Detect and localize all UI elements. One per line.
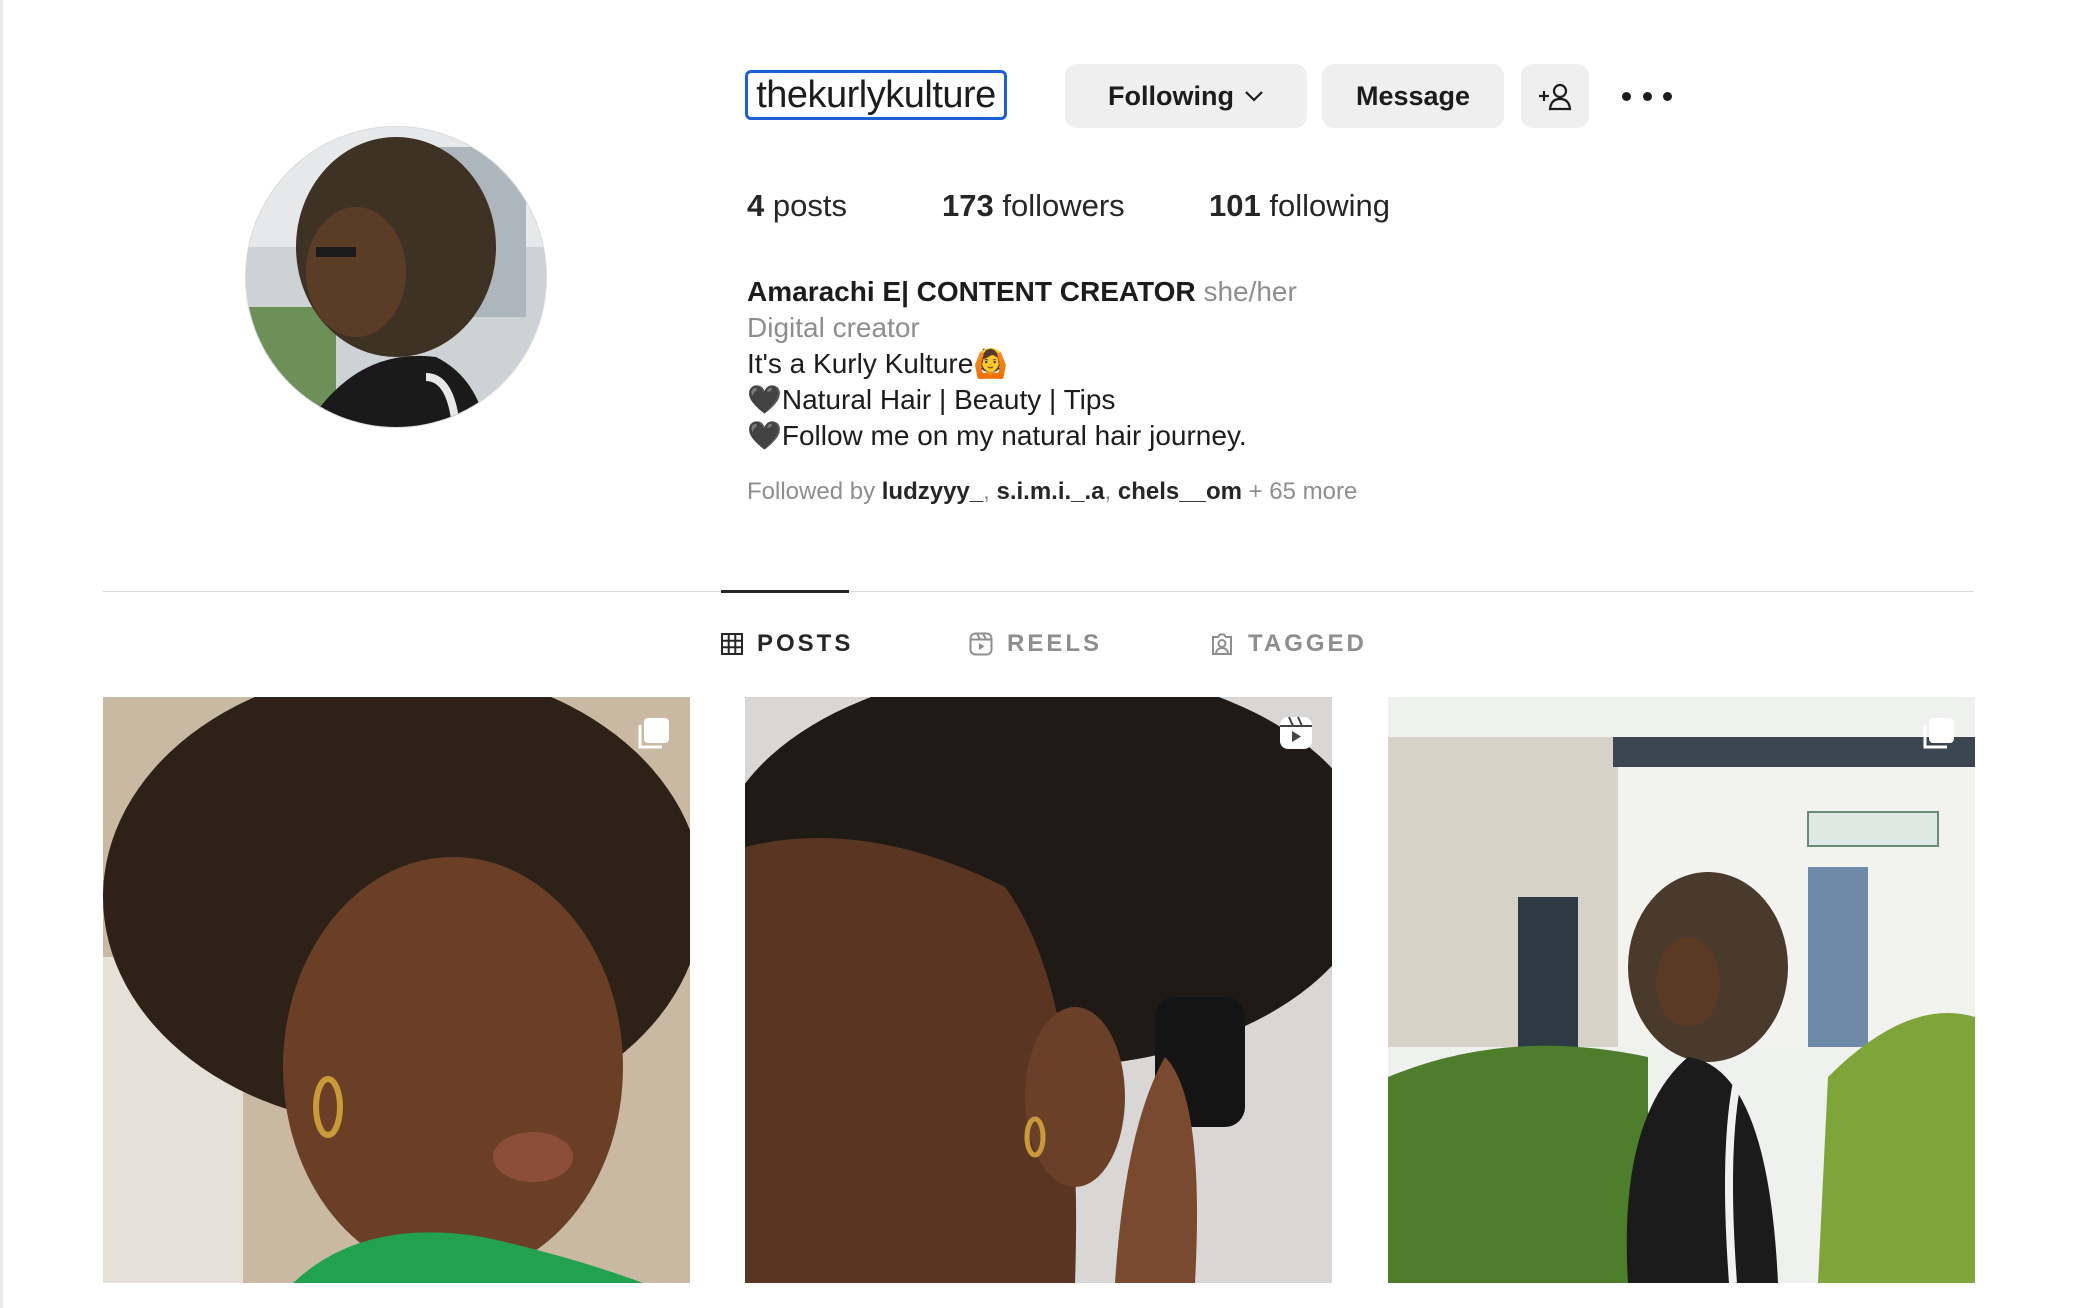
following-button[interactable]: Following [1065, 64, 1307, 128]
add-user-icon [1539, 83, 1572, 111]
reels-icon [969, 632, 993, 656]
tab-reels-label: REELS [1007, 630, 1103, 657]
post-thumbnail[interactable] [103, 697, 690, 1283]
dot [1663, 91, 1672, 101]
posts-stat: 4 posts [747, 188, 847, 224]
reel-icon [1280, 716, 1312, 749]
followers-label: followers [1002, 188, 1125, 223]
followers-stat[interactable]: 173 followers [942, 188, 1125, 224]
follower-username[interactable]: s.i.m.i._.a [996, 478, 1104, 505]
post-image [103, 697, 690, 1283]
post-thumbnail[interactable] [1388, 697, 1975, 1283]
followed-by[interactable]: Followed by ludzyyy_, s.i.m.i._.a, chels… [747, 478, 1357, 506]
window-edge [0, 0, 3, 1308]
followed-by-prefix: Followed by [747, 478, 876, 505]
following-button-label: Following [1108, 80, 1234, 111]
tab-posts-label: POSTS [757, 630, 854, 657]
following-label: following [1269, 188, 1390, 223]
carousel-icon [1923, 718, 1954, 749]
followed-by-more: + 65 more [1248, 478, 1358, 505]
following-stat[interactable]: 101 following [1209, 188, 1390, 224]
category-label: Digital creator [747, 312, 920, 343]
tab-tagged[interactable]: TAGGED [1210, 630, 1367, 658]
tab-tagged-label: TAGGED [1248, 630, 1367, 657]
suggest-users-button[interactable] [1521, 64, 1589, 128]
bio-name-line: Amarachi E| CONTENT CREATOR she/her [747, 274, 1297, 310]
tagged-icon [1212, 633, 1232, 655]
bio-line: 🖤Natural Hair | Beauty | Tips [747, 384, 1116, 415]
post-image [745, 697, 1332, 1283]
chevron-down-icon [1245, 91, 1263, 102]
following-count: 101 [1209, 188, 1261, 223]
username-focus-box[interactable]: thekurlykulture [745, 70, 1007, 120]
dot [1622, 91, 1631, 101]
tabs-divider [103, 591, 1974, 592]
post-image [1388, 697, 1975, 1283]
message-button-label: Message [1355, 80, 1471, 111]
bio-line: It's a Kurly Kulture🙆 [747, 348, 1009, 379]
message-button[interactable]: Message [1322, 64, 1504, 128]
profile-avatar[interactable] [245, 126, 547, 428]
profile-bio: Amarachi E| CONTENT CREATOR she/her Digi… [747, 274, 1297, 454]
full-name: Amarachi E| CONTENT CREATOR [747, 276, 1196, 307]
post-thumbnail[interactable] [745, 697, 1332, 1283]
profile-username: thekurlykulture [756, 73, 996, 116]
follower-username[interactable]: chels__om [1118, 478, 1242, 505]
tab-posts[interactable]: POSTS [721, 630, 853, 658]
pronouns: she/her [1203, 276, 1297, 307]
active-tab-indicator [721, 590, 849, 593]
follower-username[interactable]: ludzyyy_ [882, 478, 983, 505]
posts-count: 4 [747, 188, 765, 223]
bio-line: 🖤Follow me on my natural hair journey. [747, 420, 1247, 451]
carousel-icon [638, 718, 669, 749]
dot [1642, 91, 1652, 101]
more-options-icon[interactable] [1622, 80, 1672, 112]
tab-reels[interactable]: REELS [969, 630, 1102, 658]
followers-count: 173 [942, 188, 994, 223]
posts-label: posts [772, 188, 847, 223]
grid-icon [721, 633, 743, 655]
